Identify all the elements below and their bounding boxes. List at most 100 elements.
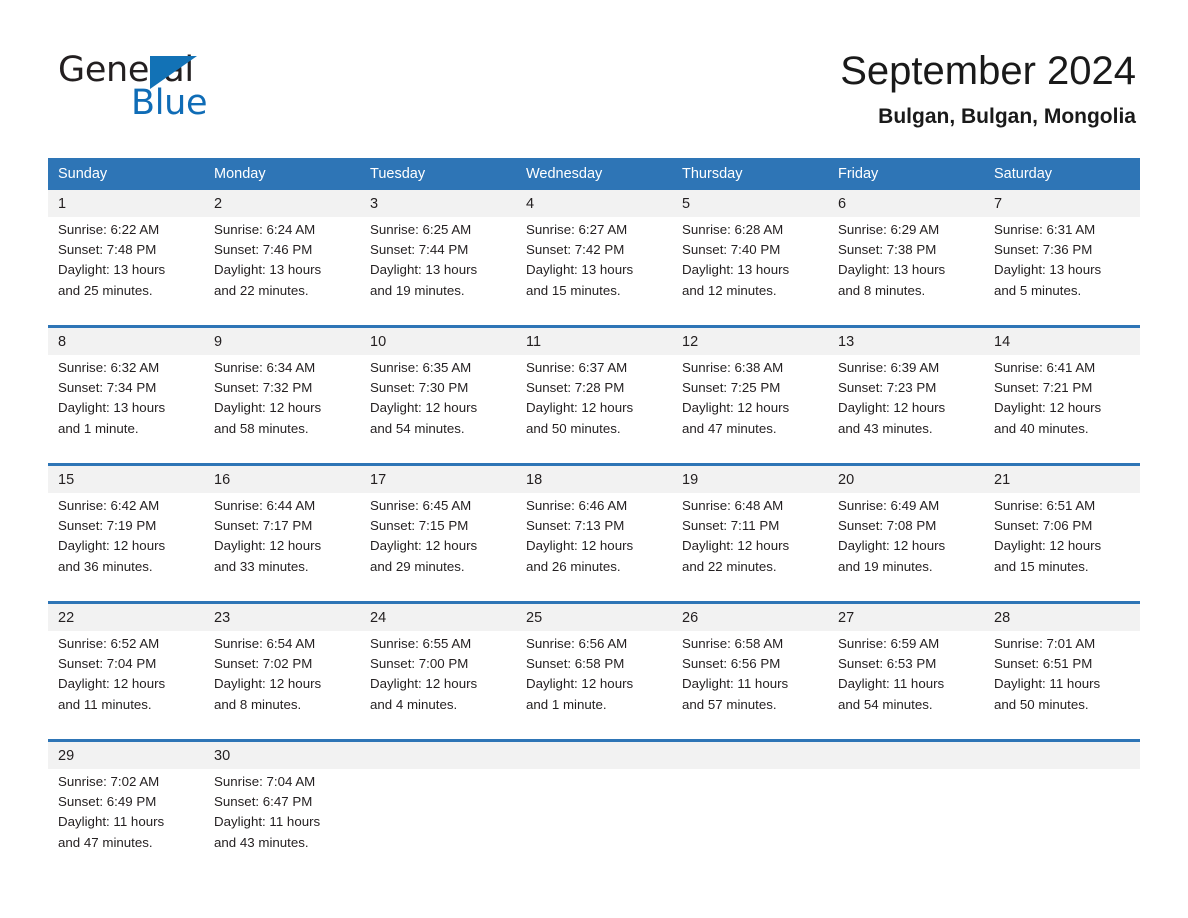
sunset-text: Sunset: 7:46 PM	[214, 242, 313, 258]
day-cell: Sunrise: 7:04 AM Sunset: 6:47 PM Dayligh…	[204, 769, 360, 877]
day-number[interactable]: 12	[672, 325, 828, 355]
day-number[interactable]: 15	[48, 463, 204, 493]
weekday-header-friday: Friday	[828, 158, 984, 190]
day-number[interactable]: 19	[672, 463, 828, 493]
daylight-text-line2: and 43 minutes.	[214, 834, 309, 850]
day-number[interactable]: 20	[828, 463, 984, 493]
day-number[interactable]: 5	[672, 190, 828, 217]
sunrise-text: Sunrise: 6:55 AM	[370, 636, 472, 651]
day-number[interactable]: 27	[828, 601, 984, 631]
weekday-header-wednesday: Wednesday	[516, 158, 672, 190]
title-block: September 2024 Bulgan, Bulgan, Mongolia	[840, 46, 1136, 132]
sunrise-text: Sunrise: 6:29 AM	[838, 222, 940, 237]
day-number[interactable]: 3	[360, 190, 516, 217]
daylight-text-line1: Daylight: 12 hours	[370, 538, 478, 554]
daylight-text-line2: and 8 minutes.	[214, 696, 302, 712]
sunset-text: Sunset: 7:02 PM	[214, 656, 313, 672]
day-number[interactable]: 16	[204, 463, 360, 493]
day-cell: Sunrise: 6:29 AM Sunset: 7:38 PM Dayligh…	[828, 217, 984, 327]
day-cell: Sunrise: 6:55 AM Sunset: 7:00 PM Dayligh…	[360, 631, 516, 741]
sunset-text: Sunset: 6:49 PM	[58, 794, 157, 810]
page-header: General Blue September 2024 Bulgan, Bulg…	[0, 0, 1188, 150]
sunrise-text: Sunrise: 6:37 AM	[526, 360, 628, 375]
daylight-text-line2: and 54 minutes.	[838, 696, 933, 712]
sunrise-text: Sunrise: 6:39 AM	[838, 360, 940, 375]
day-cell: Sunrise: 6:49 AM Sunset: 7:08 PM Dayligh…	[828, 493, 984, 603]
daylight-text-line1: Daylight: 13 hours	[58, 400, 166, 416]
day-number[interactable]: 2	[204, 190, 360, 217]
day-cell: Sunrise: 6:34 AM Sunset: 7:32 PM Dayligh…	[204, 355, 360, 465]
daylight-text-line2: and 4 minutes.	[370, 696, 458, 712]
daylight-text-line2: and 11 minutes.	[58, 696, 152, 712]
sunset-text: Sunset: 7:17 PM	[214, 518, 313, 534]
day-cell: Sunrise: 6:27 AM Sunset: 7:42 PM Dayligh…	[516, 217, 672, 327]
sunset-text: Sunset: 7:23 PM	[838, 380, 937, 396]
sunrise-text: Sunrise: 6:45 AM	[370, 498, 472, 513]
daylight-text-line1: Daylight: 12 hours	[526, 676, 634, 692]
sunset-text: Sunset: 7:38 PM	[838, 242, 937, 258]
week-1-daynum-row: 1 2 3 4 5 6 7	[48, 190, 1140, 217]
daylight-text-line1: Daylight: 13 hours	[370, 262, 478, 278]
day-number[interactable]: 30	[204, 739, 360, 769]
sunrise-text: Sunrise: 6:31 AM	[994, 222, 1096, 237]
day-number[interactable]: 4	[516, 190, 672, 217]
day-number[interactable]: 24	[360, 601, 516, 631]
day-number[interactable]: 28	[984, 601, 1140, 631]
day-cell: Sunrise: 6:45 AM Sunset: 7:15 PM Dayligh…	[360, 493, 516, 603]
day-number[interactable]: 18	[516, 463, 672, 493]
week-1-detail-row: Sunrise: 6:22 AM Sunset: 7:48 PM Dayligh…	[48, 217, 1140, 327]
daylight-text-line2: and 43 minutes.	[838, 420, 933, 436]
daylight-text-line2: and 26 minutes.	[526, 558, 621, 574]
sunset-text: Sunset: 6:51 PM	[994, 656, 1093, 672]
calendar-page: General Blue September 2024 Bulgan, Bulg…	[0, 0, 1188, 918]
sunset-text: Sunset: 7:06 PM	[994, 518, 1093, 534]
daylight-text-line2: and 12 minutes.	[682, 282, 777, 298]
day-number[interactable]: 6	[828, 190, 984, 217]
daylight-text-line2: and 33 minutes.	[214, 558, 309, 574]
day-number[interactable]: 25	[516, 601, 672, 631]
day-number[interactable]: 10	[360, 325, 516, 355]
daylight-text-line2: and 1 minute.	[58, 420, 139, 436]
day-cell: Sunrise: 6:24 AM Sunset: 7:46 PM Dayligh…	[204, 217, 360, 327]
day-cell: Sunrise: 6:56 AM Sunset: 6:58 PM Dayligh…	[516, 631, 672, 741]
sunrise-text: Sunrise: 6:54 AM	[214, 636, 316, 651]
sunrise-text: Sunrise: 6:44 AM	[214, 498, 316, 513]
day-number[interactable]: 17	[360, 463, 516, 493]
sunrise-sunset-calendar: Sunday Monday Tuesday Wednesday Thursday…	[48, 158, 1140, 877]
week-5-detail-row: Sunrise: 7:02 AM Sunset: 6:49 PM Dayligh…	[48, 769, 1140, 877]
day-number[interactable]: 7	[984, 190, 1140, 217]
daylight-text-line2: and 15 minutes.	[526, 282, 621, 298]
daylight-text-line1: Daylight: 12 hours	[994, 538, 1102, 554]
sunset-text: Sunset: 7:25 PM	[682, 380, 781, 396]
day-cell: Sunrise: 6:52 AM Sunset: 7:04 PM Dayligh…	[48, 631, 204, 741]
day-number[interactable]: 9	[204, 325, 360, 355]
day-cell: Sunrise: 6:46 AM Sunset: 7:13 PM Dayligh…	[516, 493, 672, 603]
daylight-text-line2: and 25 minutes.	[58, 282, 153, 298]
day-number[interactable]: 13	[828, 325, 984, 355]
week-3-daynum-row: 15 16 17 18 19 20 21	[48, 463, 1140, 493]
daylight-text-line1: Daylight: 13 hours	[58, 262, 166, 278]
day-number[interactable]: 29	[48, 739, 204, 769]
sunrise-text: Sunrise: 6:59 AM	[838, 636, 940, 651]
daylight-text-line1: Daylight: 13 hours	[214, 262, 322, 278]
sunrise-text: Sunrise: 6:41 AM	[994, 360, 1096, 375]
page-title: September 2024	[840, 49, 1136, 93]
day-number[interactable]: 21	[984, 463, 1140, 493]
daylight-text-line1: Daylight: 12 hours	[370, 676, 478, 692]
day-cell: Sunrise: 6:42 AM Sunset: 7:19 PM Dayligh…	[48, 493, 204, 603]
sunset-text: Sunset: 7:48 PM	[58, 242, 157, 258]
day-number[interactable]: 11	[516, 325, 672, 355]
day-number[interactable]: 14	[984, 325, 1140, 355]
sunset-text: Sunset: 7:13 PM	[526, 518, 625, 534]
daylight-text-line2: and 8 minutes.	[838, 282, 926, 298]
sunrise-text: Sunrise: 6:27 AM	[526, 222, 628, 237]
daylight-text-line1: Daylight: 12 hours	[214, 538, 322, 554]
day-number[interactable]: 8	[48, 325, 204, 355]
day-number[interactable]: 26	[672, 601, 828, 631]
day-number[interactable]: 23	[204, 601, 360, 631]
day-number[interactable]: 1	[48, 190, 204, 217]
daylight-text-line1: Daylight: 12 hours	[838, 538, 946, 554]
general-blue-logo[interactable]: General Blue	[58, 50, 298, 123]
sunset-text: Sunset: 6:53 PM	[838, 656, 937, 672]
day-number[interactable]: 22	[48, 601, 204, 631]
